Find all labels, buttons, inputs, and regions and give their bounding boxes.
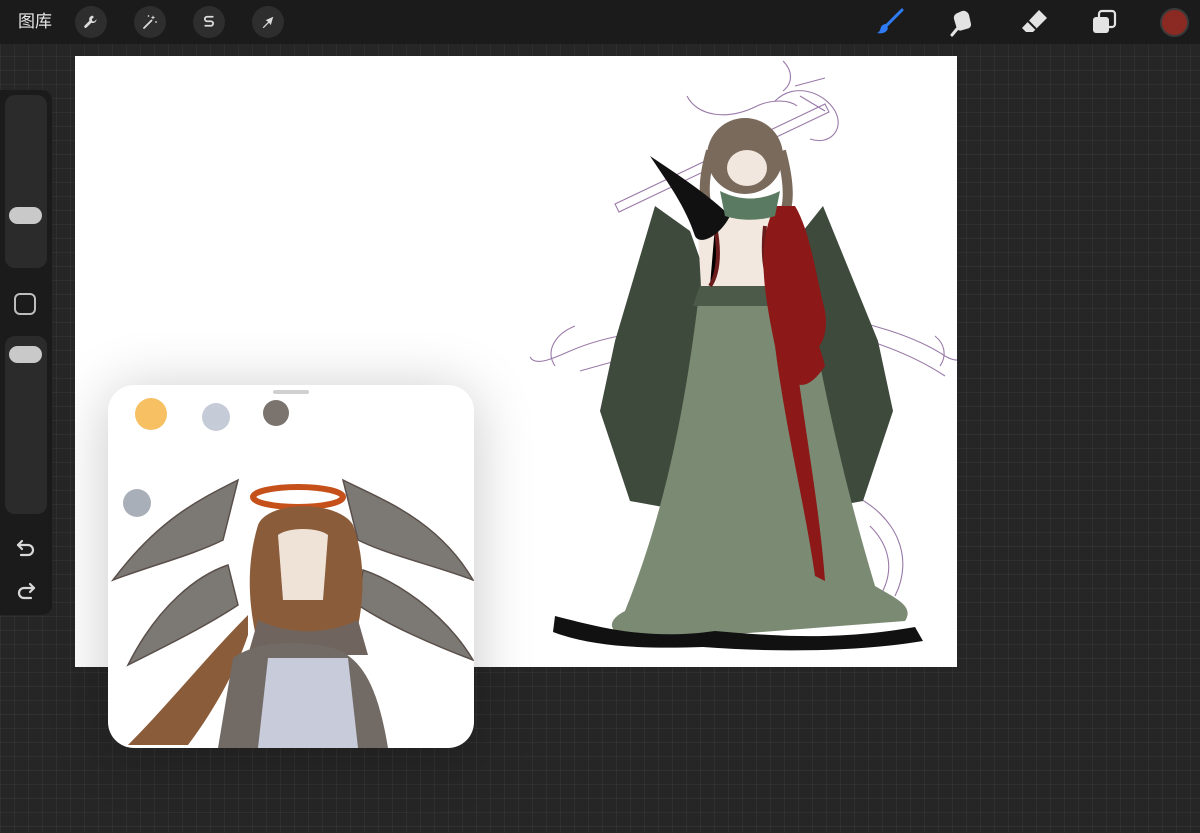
wrench-icon[interactable] xyxy=(75,6,107,38)
brush-icon[interactable] xyxy=(874,6,906,38)
palette-color-1[interactable] xyxy=(135,398,167,430)
selection-s-icon[interactable] xyxy=(193,6,225,38)
magic-wand-icon[interactable] xyxy=(134,6,166,38)
smudge-icon[interactable] xyxy=(946,6,978,38)
reference-artwork xyxy=(110,398,474,748)
square-modifier-icon[interactable] xyxy=(14,293,36,315)
layers-icon[interactable] xyxy=(1088,6,1120,38)
redo-icon[interactable] xyxy=(12,579,40,603)
reference-window[interactable] xyxy=(108,385,474,748)
top-toolbar: 图库 xyxy=(0,0,1200,44)
brush-size-thumb[interactable] xyxy=(9,207,42,224)
cursor-arrow-icon[interactable] xyxy=(252,6,284,38)
undo-icon[interactable] xyxy=(12,536,40,560)
palette-color-4[interactable] xyxy=(123,489,151,517)
opacity-slider[interactable] xyxy=(5,336,47,514)
eraser-icon[interactable] xyxy=(1018,6,1050,38)
palette-color-3[interactable] xyxy=(263,400,289,426)
palette-color-2[interactable] xyxy=(202,403,230,431)
left-sidebar xyxy=(0,90,52,615)
brush-size-slider[interactable] xyxy=(5,95,47,268)
opacity-thumb[interactable] xyxy=(9,346,42,363)
gallery-button[interactable]: 图库 xyxy=(18,11,52,33)
current-color-swatch[interactable] xyxy=(1160,8,1189,37)
